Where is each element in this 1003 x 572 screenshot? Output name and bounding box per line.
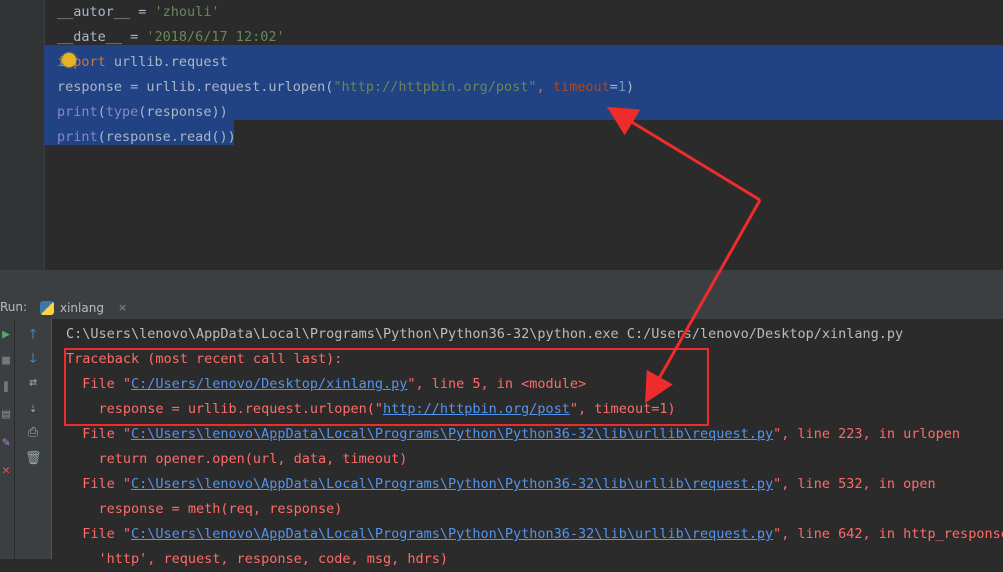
code-token: (response.read())	[97, 129, 236, 145]
console-text: response = meth(req, response)	[66, 501, 343, 517]
down-arrow-icon[interactable]: 🡓	[25, 351, 41, 367]
scroll-to-end-icon[interactable]: ⇣	[25, 401, 41, 417]
stop-icon[interactable]: ■	[0, 353, 14, 369]
intention-bulb-icon[interactable]	[62, 53, 76, 67]
console-file-link[interactable]: C:\Users\lenovo\AppData\Local\Programs\P…	[131, 526, 773, 542]
up-arrow-icon[interactable]: 🡑	[25, 327, 41, 343]
python-file-icon	[40, 301, 54, 315]
console-text: File "	[66, 526, 132, 542]
code-token: print	[57, 129, 98, 145]
run-tab-label: xinlang	[60, 301, 104, 315]
code-token: '2018/6/17 12:02'	[146, 29, 285, 45]
code-token: __autor__ =	[57, 4, 155, 20]
code-line[interactable]: print(type(response))	[57, 100, 228, 125]
code-token: ,	[536, 79, 553, 95]
console-text: File "	[66, 426, 132, 442]
console-text: ", line 223, in urlopen	[773, 426, 961, 442]
code-line[interactable]: __date__ = '2018/6/17 12:02'	[57, 25, 285, 50]
rerun-icon[interactable]: ▶	[0, 327, 14, 343]
console-line: File "C:\Users\lenovo\AppData\Local\Prog…	[66, 522, 1003, 547]
code-token: 'zhouli'	[154, 4, 220, 20]
print-icon[interactable]: ⎙	[25, 425, 41, 441]
code-token: (	[97, 104, 106, 120]
console-toolbar: 🡑 🡓 ⇄ ⇣ ⎙ 🗑	[15, 319, 52, 559]
console-text: return opener.open(url, data, timeout)	[66, 451, 408, 467]
console-line: return opener.open(url, data, timeout)	[66, 447, 408, 472]
console-line: File "C:\Users\lenovo\AppData\Local\Prog…	[66, 472, 936, 497]
console-text: ", line 642, in http_response	[773, 526, 1003, 542]
code-editor[interactable]: __autor__ = 'zhouli' __date__ = '2018/6/1…	[0, 0, 1003, 270]
annotation-box	[64, 348, 709, 426]
console-line: C:\Users\lenovo\AppData\Local\Programs\P…	[66, 322, 903, 347]
code-line[interactable]: __autor__ = 'zhouli'	[57, 0, 220, 25]
console-line: 'http', request, response, code, msg, hd…	[66, 547, 449, 572]
run-toolbar: Run: xinlang ×	[0, 297, 1003, 320]
code-token: )	[626, 79, 635, 95]
soft-wrap-icon[interactable]: ⇄	[25, 375, 41, 391]
code-token: urllib.request	[105, 54, 228, 70]
code-token: 1	[617, 79, 626, 95]
code-line[interactable]: import urllib.request	[57, 50, 228, 75]
settings-icon[interactable]: ✎	[0, 435, 14, 451]
layout-icon[interactable]: ▤	[0, 407, 14, 423]
console-file-link[interactable]: C:\Users\lenovo\AppData\Local\Programs\P…	[131, 476, 773, 492]
run-tab-xinlang[interactable]: xinlang ×	[34, 297, 133, 319]
code-line[interactable]: print(response.read())	[57, 125, 236, 150]
console-line: response = meth(req, response)	[66, 497, 343, 522]
run-label: Run:	[0, 300, 28, 314]
console-text: File "	[66, 476, 132, 492]
code-token: =	[609, 79, 618, 95]
code-token: response = urllib.request.urlopen(	[57, 79, 334, 95]
console-text: 'http', request, response, code, msg, hd…	[66, 551, 449, 567]
editor-gutter	[0, 0, 45, 270]
code-token: "http://httpbin.org/post"	[333, 79, 537, 95]
code-token: print	[57, 104, 98, 120]
trash-icon[interactable]: 🗑	[25, 451, 42, 467]
code-token: (response))	[138, 104, 228, 120]
code-token: type	[105, 104, 139, 120]
code-token: __date__ =	[57, 29, 147, 45]
console-file-link[interactable]: C:\Users\lenovo\AppData\Local\Programs\P…	[131, 426, 773, 442]
code-line[interactable]: response = urllib.request.urlopen("http:…	[57, 75, 634, 100]
console-text: C:\Users\lenovo\AppData\Local\Programs\P…	[66, 326, 904, 342]
panel-separator	[0, 270, 1003, 297]
close-run-icon[interactable]: ✕	[0, 463, 14, 479]
close-icon[interactable]: ×	[118, 297, 127, 319]
console-text: ", line 532, in open	[773, 476, 936, 492]
run-actions-bar: ▶ ■ ❚ ▤ ✎ ✕	[0, 319, 15, 559]
code-token: timeout	[552, 79, 610, 95]
pause-icon[interactable]: ❚	[0, 379, 14, 395]
